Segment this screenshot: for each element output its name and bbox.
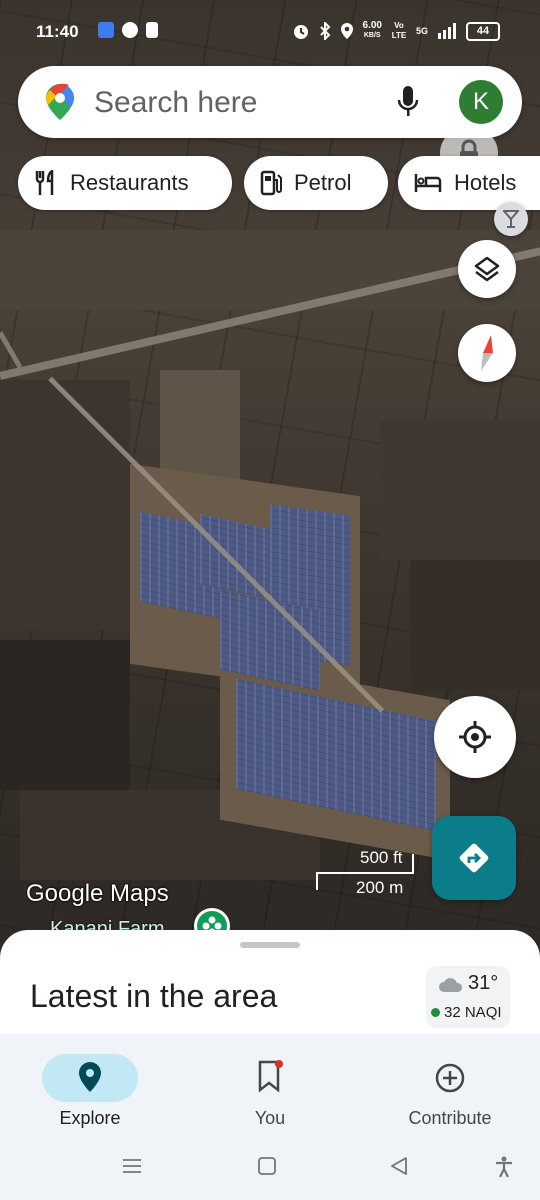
map-field <box>410 560 540 690</box>
account-avatar[interactable]: K <box>459 80 503 124</box>
nav-explore[interactable]: Explore <box>0 1044 180 1130</box>
back-triangle-icon <box>391 1157 407 1175</box>
nav-contribute[interactable]: Contribute <box>360 1044 540 1130</box>
gas-station-icon <box>260 170 282 196</box>
chip-restaurants[interactable]: Restaurants <box>18 156 232 210</box>
map-field <box>380 420 540 560</box>
chip-petrol[interactable]: Petrol <box>244 156 388 210</box>
scale-metric: 200 m <box>356 878 404 897</box>
volte-label: Vo LTE <box>391 21 407 40</box>
battery-indicator: 44 <box>466 21 500 41</box>
google-maps-logo: Google Maps <box>26 880 169 907</box>
scale-tick <box>412 854 414 874</box>
google-maps-pin-icon <box>46 83 74 120</box>
bar-place-marker[interactable] <box>494 202 528 236</box>
alarm-icon <box>293 25 308 39</box>
layers-icon <box>474 256 500 282</box>
recents-button[interactable] <box>122 1156 142 1181</box>
my-location-button[interactable] <box>434 696 516 778</box>
nav-you[interactable]: You <box>180 1044 360 1130</box>
microphone-icon[interactable] <box>396 84 420 120</box>
app-notification-icon <box>98 22 114 38</box>
search-bar[interactable]: Search here K <box>18 66 522 138</box>
scale-imperial: 500 ft <box>360 848 403 867</box>
compass-icon <box>481 335 493 371</box>
compass-button[interactable] <box>458 324 516 382</box>
chip-petrol-label: Petrol <box>294 170 352 195</box>
directions-button[interactable] <box>432 816 516 900</box>
back-button[interactable] <box>389 1156 409 1181</box>
hotel-icon <box>414 174 442 192</box>
notification-icons <box>98 22 158 38</box>
search-input[interactable]: Search here <box>94 86 257 120</box>
scale-bar <box>316 872 412 874</box>
add-circle-icon <box>435 1063 465 1093</box>
chip-restaurants-label: Restaurants <box>70 170 189 195</box>
scale-tick <box>316 872 318 890</box>
chip-hotels[interactable]: Hotels <box>398 156 540 210</box>
network-speed-value: 6.00 <box>362 20 382 31</box>
bookmark-icon <box>258 1060 283 1093</box>
bottom-navigation: Explore You Contribute <box>0 1034 540 1134</box>
sim-notification-icon <box>146 22 158 38</box>
aqi-status-dot <box>431 1008 440 1017</box>
explore-bottom-sheet[interactable]: Latest in the area 31° 32 NAQI <box>0 930 540 1034</box>
chip-hotels-label: Hotels <box>454 170 517 195</box>
status-bar: 11:40 6.00 KB/S Vo LTE 5G 44 <box>0 0 540 62</box>
cocktail-icon <box>503 210 519 228</box>
junction-road <box>0 331 23 369</box>
home-button[interactable] <box>257 1156 277 1181</box>
my-location-icon <box>459 721 491 753</box>
network-type: 5G <box>415 26 428 36</box>
sync-notification-icon <box>122 22 138 38</box>
signal-icon <box>438 23 456 39</box>
location-icon <box>340 23 353 39</box>
status-right-icons: 6.00 KB/S Vo LTE 5G 44 <box>292 21 500 41</box>
restaurant-icon <box>35 170 54 195</box>
explore-pin-icon <box>79 1062 101 1092</box>
air-quality-index: 32 NAQI <box>444 1004 502 1021</box>
network-speed: 6.00 KB/S <box>363 21 382 41</box>
temperature: 31° <box>468 972 499 994</box>
weather-card[interactable]: 31° 32 NAQI <box>426 966 510 1028</box>
accessibility-icon <box>496 1156 512 1178</box>
nav-you-label: You <box>254 1108 286 1128</box>
status-time: 11:40 <box>36 22 79 41</box>
nav-contribute-label: Contribute <box>408 1108 492 1128</box>
map-field <box>0 640 130 790</box>
bluetooth-icon <box>319 22 330 40</box>
map-field <box>0 380 130 630</box>
nav-explore-label: Explore <box>59 1108 121 1128</box>
accessibility-button[interactable] <box>494 1156 514 1183</box>
cloud-icon <box>439 978 463 992</box>
sheet-title: Latest in the area <box>30 978 278 1014</box>
home-square-icon <box>258 1157 276 1175</box>
network-speed-unit: KB/S <box>363 32 381 39</box>
directions-icon <box>459 843 489 873</box>
menu-icon <box>123 1159 141 1173</box>
system-navigation-bar <box>0 1134 540 1200</box>
layers-button[interactable] <box>458 240 516 298</box>
sheet-drag-handle[interactable] <box>240 942 300 948</box>
